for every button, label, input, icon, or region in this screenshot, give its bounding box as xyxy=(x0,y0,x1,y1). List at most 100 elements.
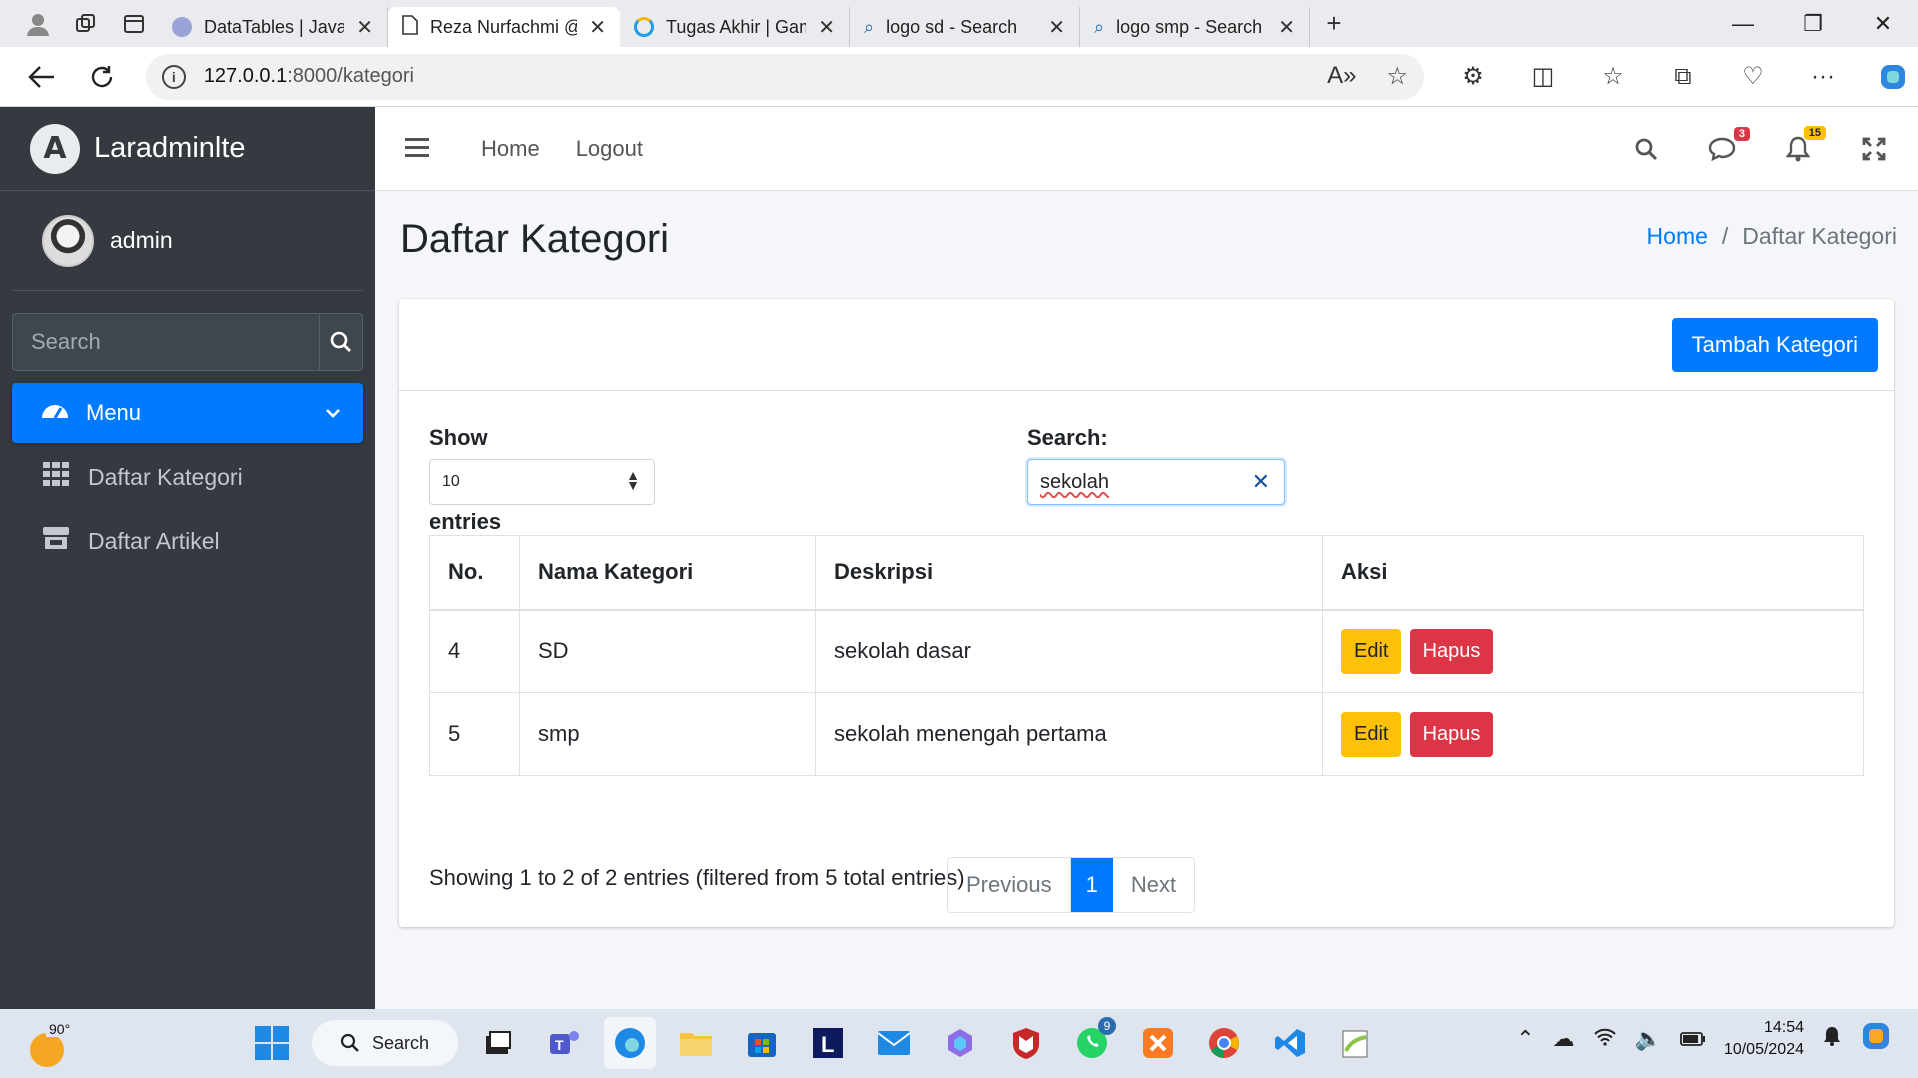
pagination-next[interactable]: Next xyxy=(1113,858,1194,912)
mail-icon[interactable] xyxy=(868,1017,920,1069)
hapus-button[interactable]: Hapus xyxy=(1409,711,1494,757)
messages-badge: 3 xyxy=(1733,126,1750,141)
copilot-app-icon[interactable] xyxy=(934,1017,986,1069)
copilot-icon[interactable] xyxy=(1868,54,1918,100)
os-taskbar: 90° Search T L 9 ⌃ ☁ 🔈 14:54 10/05/2024 xyxy=(0,1009,1918,1078)
column-header-no[interactable]: No. xyxy=(429,535,520,611)
browser-tab-gamelab[interactable]: Tugas Akhir | Gamelab. ✕ xyxy=(620,7,850,47)
collections-icon[interactable]: ⧉ xyxy=(1658,54,1708,100)
tambah-kategori-button[interactable]: Tambah Kategori xyxy=(1671,318,1878,372)
brand-link[interactable]: A Laradminlte xyxy=(0,107,375,191)
xampp-icon[interactable] xyxy=(1132,1017,1184,1069)
favorites-icon[interactable]: ☆ xyxy=(1588,54,1638,100)
tab-title: logo sd - Search xyxy=(886,16,1018,37)
table-row: 5 smp sekolah menengah pertama Edit Hapu… xyxy=(429,692,1864,776)
teams-icon[interactable]: T xyxy=(538,1017,590,1069)
volume-icon[interactable]: 🔈 xyxy=(1635,1026,1662,1052)
nav-link-logout[interactable]: Logout xyxy=(576,136,643,162)
close-tab-icon[interactable]: ✕ xyxy=(1048,15,1065,40)
sidebar-item-menu[interactable]: Menu xyxy=(12,383,363,443)
breadcrumb-current: Daftar Kategori xyxy=(1742,223,1897,249)
column-header-nama-kategori[interactable]: Nama Kategori xyxy=(519,535,816,611)
weather-sun-icon xyxy=(30,1033,64,1067)
edit-button[interactable]: Edit xyxy=(1341,711,1402,757)
url-field[interactable]: i 127.0.0.1:8000/kategori A» ☆ xyxy=(145,53,1424,100)
read-aloud-icon[interactable]: A» xyxy=(1327,62,1356,91)
vscode-icon[interactable] xyxy=(1264,1017,1316,1069)
column-header-deskripsi[interactable]: Deskripsi xyxy=(815,535,1323,611)
kategori-table: No. Nama Kategori Deskripsi Aksi 4 SD se… xyxy=(429,535,1864,776)
edit-button[interactable]: Edit xyxy=(1341,628,1402,674)
onedrive-cloud-icon[interactable]: ☁ xyxy=(1553,1026,1575,1052)
pagination-previous[interactable]: Previous xyxy=(948,858,1071,912)
sidebar-item-daftar-artikel[interactable]: Daftar Artikel xyxy=(12,509,363,573)
restore-icon[interactable]: ❐ xyxy=(1778,0,1848,47)
battery-icon[interactable] xyxy=(1680,1026,1706,1052)
mcafee-icon[interactable] xyxy=(1000,1017,1052,1069)
split-screen-icon[interactable]: ◫ xyxy=(1518,54,1568,100)
file-explorer-icon[interactable] xyxy=(670,1017,722,1069)
copilot-pre-icon[interactable] xyxy=(1860,1020,1892,1058)
weather-widget[interactable]: 90° xyxy=(28,1019,76,1067)
search-icon[interactable] xyxy=(319,313,363,371)
table-row: 4 SD sekolah dasar Edit Hapus xyxy=(429,609,1864,693)
search-value: sekolah xyxy=(1040,470,1109,493)
edge-browser-icon[interactable] xyxy=(604,1017,656,1069)
tab-actions-icon[interactable] xyxy=(110,4,158,44)
browser-tab-logo-smp[interactable]: ⌕ logo smp - Search Imag ✕ xyxy=(1080,7,1310,47)
launcher-l-icon[interactable]: L xyxy=(802,1017,854,1069)
hapus-button[interactable]: Hapus xyxy=(1409,628,1494,674)
start-windows-icon[interactable] xyxy=(246,1017,298,1069)
pagination-page-1[interactable]: 1 xyxy=(1070,858,1113,912)
microsoft-store-icon[interactable] xyxy=(736,1017,788,1069)
minimize-icon[interactable]: — xyxy=(1708,0,1778,47)
chrome-icon[interactable] xyxy=(1198,1017,1250,1069)
profile-icon[interactable] xyxy=(14,4,62,44)
navbar-search-icon[interactable] xyxy=(1632,137,1660,161)
nav-link-home[interactable]: Home xyxy=(481,136,540,162)
close-tab-icon[interactable]: ✕ xyxy=(1278,15,1295,40)
close-window-icon[interactable]: ✕ xyxy=(1848,0,1918,47)
top-navbar: Home Logout 3 15 xyxy=(375,107,1918,191)
fullscreen-icon[interactable] xyxy=(1860,137,1888,161)
new-tab-button[interactable]: + xyxy=(1310,4,1358,44)
taskbar-search[interactable]: Search xyxy=(312,1020,458,1066)
extensions-icon[interactable]: ⚙ xyxy=(1448,54,1498,100)
notifications-bell-icon[interactable]: 15 xyxy=(1784,125,1826,162)
back-arrow-icon[interactable] xyxy=(12,52,72,102)
whatsapp-badge: 9 xyxy=(1098,1017,1116,1035)
close-tab-icon[interactable]: ✕ xyxy=(818,15,835,40)
wifi-icon[interactable] xyxy=(1593,1026,1617,1052)
browser-essentials-icon[interactable]: ♡ xyxy=(1728,54,1778,100)
content-wrapper: Daftar Kategori Home / Daftar Kategori T… xyxy=(375,191,1918,1009)
notification-bell-icon[interactable] xyxy=(1822,1025,1842,1053)
workspaces-icon[interactable] xyxy=(62,4,110,44)
hamburger-menu-icon[interactable] xyxy=(405,133,445,164)
admin-app: A Laradminlte admin Menu Dafta xyxy=(0,107,1918,1009)
table-search-input[interactable]: sekolah ✕ xyxy=(1027,459,1285,505)
sidebar-item-daftar-kategori[interactable]: Daftar Kategori xyxy=(12,445,363,509)
messages-icon[interactable]: 3 xyxy=(1708,126,1750,161)
refresh-icon[interactable] xyxy=(72,52,132,102)
notepad-plus-plus-icon[interactable] xyxy=(1330,1017,1382,1069)
user-name[interactable]: admin xyxy=(110,227,173,254)
close-tab-icon[interactable]: ✕ xyxy=(589,15,606,40)
favorite-star-icon[interactable]: ☆ xyxy=(1386,62,1408,91)
task-view-icon[interactable] xyxy=(472,1017,524,1069)
entries-length-select[interactable]: 10 ▲ ▼ xyxy=(429,459,655,505)
cell-no: 4 xyxy=(429,609,520,693)
whatsapp-icon[interactable]: 9 xyxy=(1066,1017,1118,1069)
site-info-icon[interactable]: i xyxy=(161,64,186,89)
breadcrumb-home-link[interactable]: Home xyxy=(1647,223,1708,250)
datatables-favicon-icon xyxy=(172,17,192,37)
browser-tab-laradminlte[interactable]: Reza Nurfachmi @ Lara ✕ xyxy=(388,7,620,47)
settings-more-icon[interactable]: ··· xyxy=(1798,54,1848,100)
chevron-up-icon[interactable]: ⌃ xyxy=(1516,1026,1534,1052)
sidebar-search-input[interactable] xyxy=(12,313,319,371)
clear-search-icon[interactable]: ✕ xyxy=(1252,469,1270,495)
browser-tab-logo-sd[interactable]: ⌕ logo sd - Search ✕ xyxy=(850,7,1080,47)
browser-tab-datatables[interactable]: DataTables | Javascript t ✕ xyxy=(158,7,388,47)
user-panel[interactable]: admin xyxy=(12,191,363,291)
close-tab-icon[interactable]: ✕ xyxy=(356,15,373,40)
system-clock[interactable]: 14:54 10/05/2024 xyxy=(1724,1017,1804,1061)
